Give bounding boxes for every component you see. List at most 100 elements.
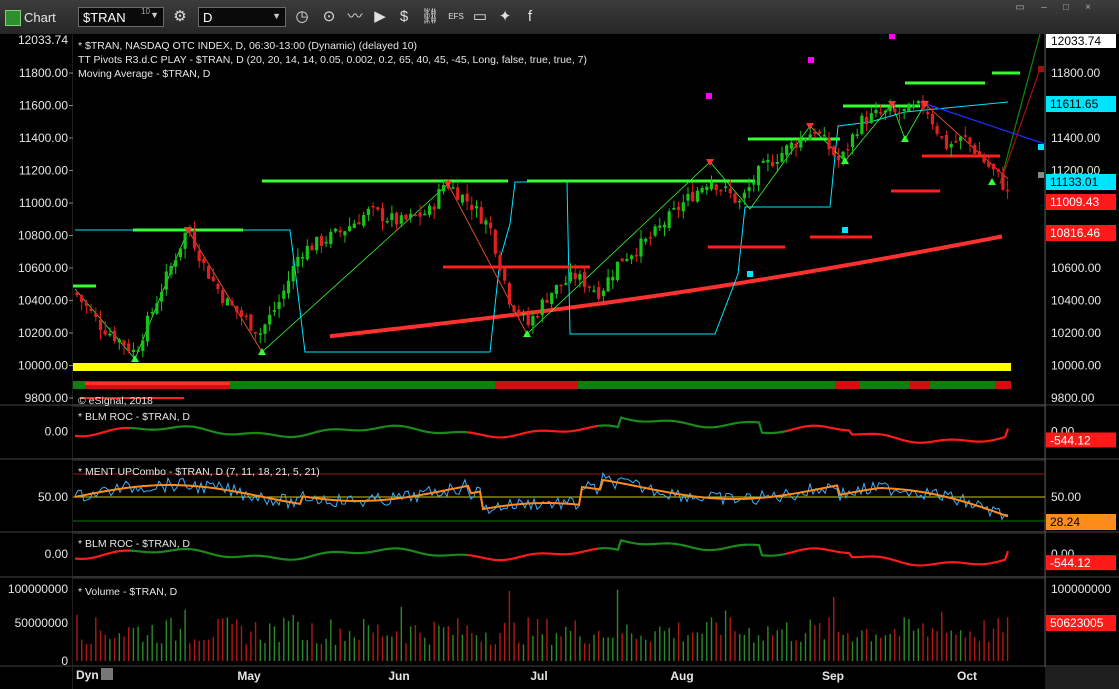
candle-body — [991, 163, 996, 170]
candle-body — [930, 113, 934, 125]
candle-body — [456, 187, 460, 200]
candle-body — [512, 305, 516, 312]
minimize-window-icon[interactable]: – — [1034, 2, 1054, 14]
candle-body — [940, 136, 944, 138]
candle-body — [959, 136, 963, 141]
status-strip-segment — [995, 381, 1011, 389]
price-panel[interactable] — [73, 34, 1045, 404]
close-window-icon[interactable]: × — [1078, 2, 1098, 14]
candle-body — [470, 204, 474, 211]
comment-icon[interactable]: ▭ — [470, 7, 490, 27]
candle-body — [883, 110, 887, 113]
candle-body — [545, 299, 549, 303]
candle-body — [827, 137, 831, 150]
candle-body — [131, 349, 135, 352]
time-axis-mode-icon — [101, 668, 113, 680]
roc-zero-tick: 0.00 — [45, 547, 69, 561]
maximize-window-icon[interactable]: □ — [1056, 2, 1076, 14]
line-tool-icon[interactable]: 〰 — [345, 7, 365, 27]
price-tick-left: 11000.00 — [19, 196, 68, 210]
candle-body — [503, 267, 507, 281]
candle-body — [432, 206, 436, 210]
zoom-icon[interactable]: ⊙ — [319, 7, 339, 27]
candle-body — [174, 260, 178, 267]
link-icon[interactable]: ⛓ — [420, 7, 440, 27]
interval-select[interactable]: D ▼ — [198, 7, 286, 27]
candle-body — [644, 238, 648, 242]
candle-body — [413, 214, 417, 216]
price-tick-left: 11200.00 — [19, 164, 68, 178]
facebook-icon[interactable]: f — [520, 7, 540, 27]
candle-body — [507, 283, 511, 305]
candle-body — [912, 104, 916, 107]
candle-body — [230, 301, 234, 306]
settings-icon[interactable]: ⚙ — [170, 7, 190, 27]
candle-body — [681, 202, 685, 212]
candle-body — [789, 142, 793, 149]
symbol-dropdown-icon[interactable]: ▼ — [150, 10, 159, 20]
candle-body — [272, 310, 276, 312]
candle-body — [771, 161, 775, 167]
candle-body — [141, 340, 145, 351]
candle-body — [968, 137, 972, 144]
candle-body — [103, 330, 107, 335]
month-label: Sep — [822, 669, 844, 683]
candle-body — [874, 110, 878, 114]
candle-body — [850, 134, 855, 148]
candle-body — [493, 229, 497, 254]
candle-body — [371, 205, 375, 208]
price-tick-left: 10400.00 — [18, 294, 68, 308]
roc-tag: -544.12 — [1050, 433, 1091, 447]
ment-panel-title: * MENT UPCombo - $TRAN, D (7, 11, 18, 21… — [78, 466, 320, 478]
interval-clock-icon[interactable]: ◷ — [292, 7, 312, 27]
candle-body — [474, 205, 479, 209]
candle-body — [568, 272, 573, 282]
price-tick-left: 10000.00 — [18, 359, 68, 373]
play-icon[interactable]: ▶ — [370, 7, 390, 27]
candle-body — [136, 350, 140, 352]
dollar-icon[interactable]: $ — [394, 7, 414, 27]
candle-body — [639, 238, 643, 257]
candle-body — [282, 290, 286, 299]
roc-panel-title: * BLM ROC - $TRAN, D — [78, 538, 190, 550]
price-panel-title: Moving Average - $TRAN, D — [78, 68, 211, 80]
candle-body — [615, 261, 620, 281]
status-strip-segment — [930, 381, 995, 389]
chart-app-icon — [5, 10, 21, 26]
candle-body — [597, 287, 601, 299]
candle-body — [1001, 173, 1005, 190]
candle-body — [705, 186, 709, 191]
symbol-input[interactable]: $TRAN 10 ▼ — [78, 7, 164, 27]
candle-body — [648, 237, 652, 239]
candle-body — [305, 245, 309, 260]
volume-tag: 50623005 — [1050, 616, 1104, 630]
candle-body — [80, 295, 84, 302]
status-strip-segment — [910, 381, 930, 389]
month-label: Jul — [530, 669, 547, 683]
candle-body — [357, 222, 361, 225]
chart-canvas[interactable]: 11800.0011800.0011600.0011600.0011400.00… — [0, 34, 1119, 689]
candle-body — [611, 276, 615, 281]
efs-icon[interactable]: EFS — [446, 7, 466, 27]
candle-body — [775, 162, 779, 164]
price-axis[interactable] — [1046, 34, 1119, 667]
candle-body — [700, 187, 704, 193]
candle-body — [178, 248, 182, 258]
restore-window-icon[interactable]: ▭ — [1010, 2, 1030, 14]
status-strip-segment — [230, 381, 295, 389]
time-axis[interactable] — [73, 667, 1045, 689]
chart-area[interactable]: 11800.0011800.0011600.0011600.0011400.00… — [0, 34, 1119, 689]
support-band — [73, 363, 1011, 371]
candle-body — [286, 280, 291, 294]
twitter-icon[interactable]: ✦ — [495, 7, 515, 27]
candle-body — [766, 159, 770, 163]
candle-body — [108, 333, 112, 336]
candle-body — [564, 283, 568, 285]
candle-body — [258, 333, 262, 335]
magenta-signal-dot — [706, 93, 712, 99]
interval-dropdown-icon[interactable]: ▼ — [272, 11, 281, 21]
candle-body — [348, 226, 352, 231]
candle-body — [465, 193, 469, 202]
status-strip-segment — [578, 381, 740, 389]
candle-body — [122, 340, 126, 346]
